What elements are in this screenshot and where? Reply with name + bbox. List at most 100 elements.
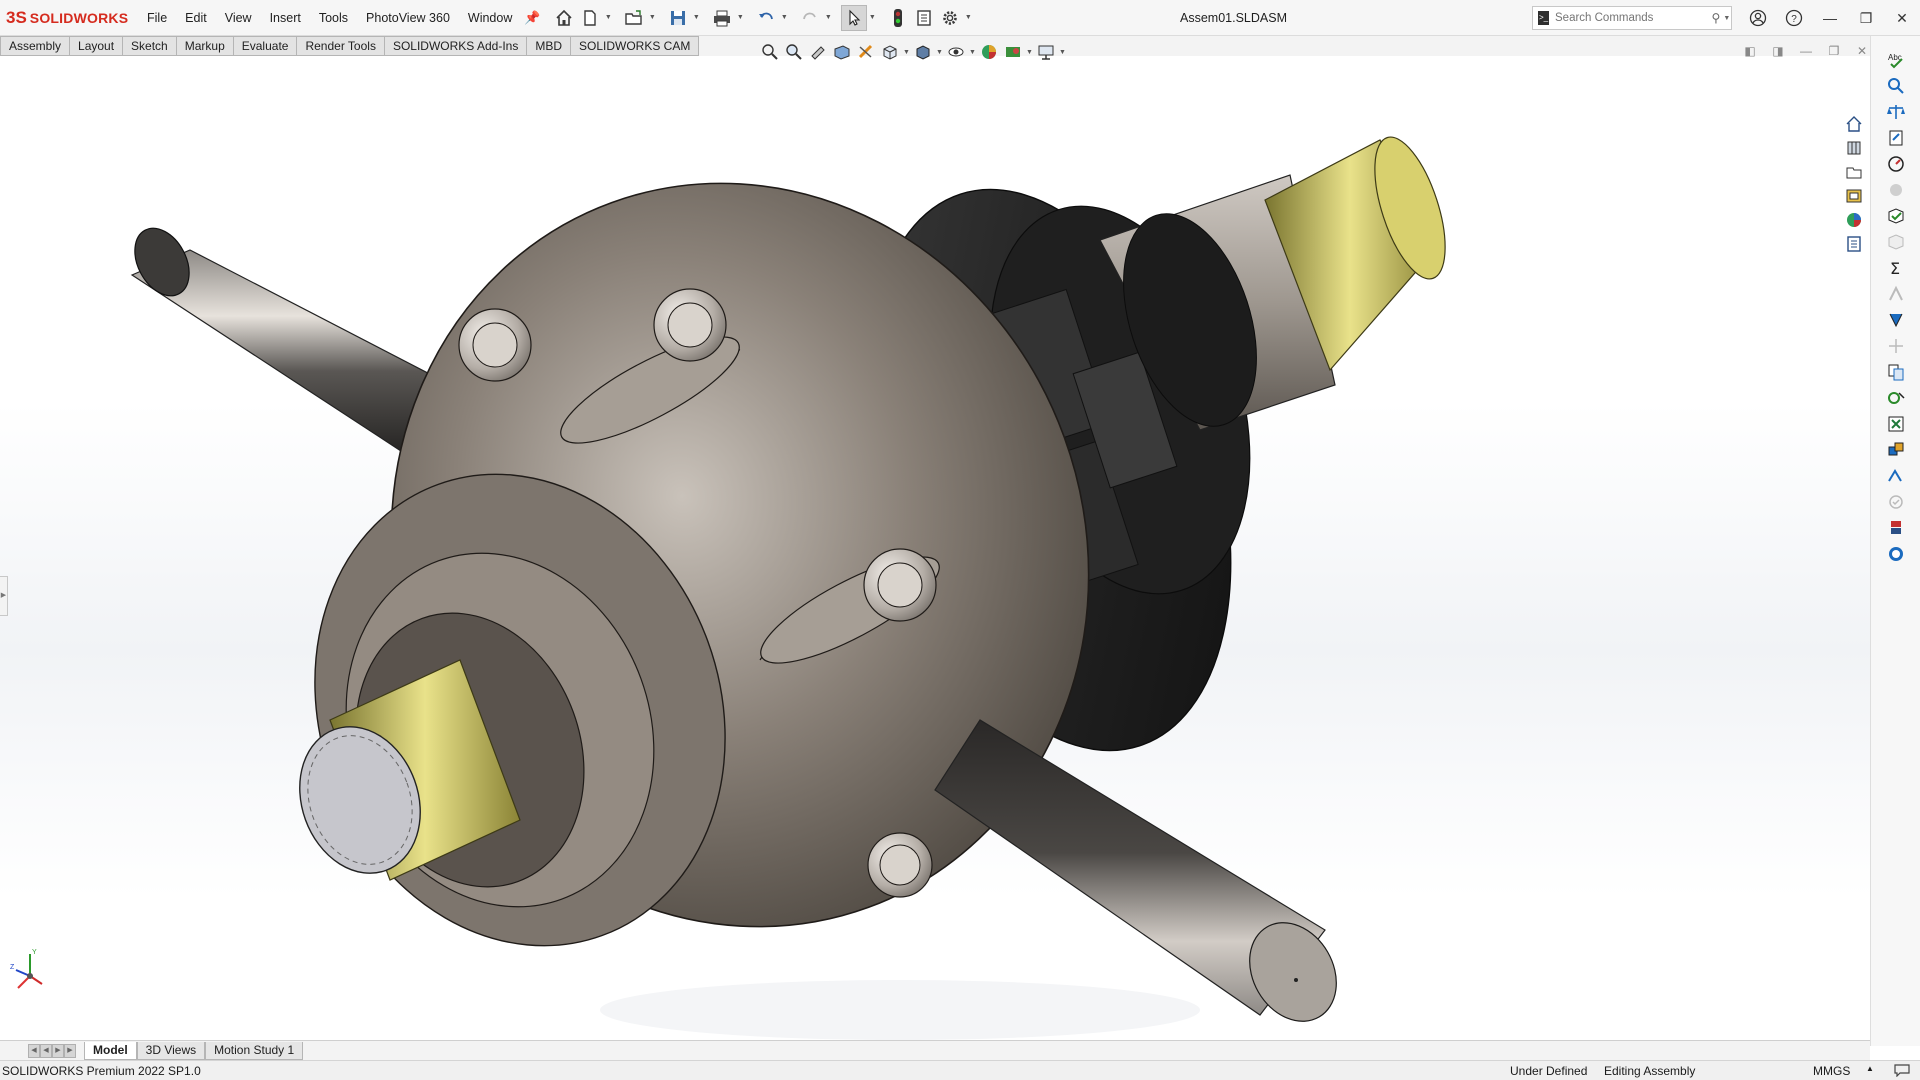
menu-file[interactable]: File [138,0,176,36]
search-dropdown-icon[interactable]: ▼ [1723,15,1731,22]
help-icon[interactable]: ? [1776,0,1812,36]
options-dropdown-icon[interactable]: ▼ [963,5,973,31]
search-commands-input[interactable] [1555,12,1709,24]
redo-dropdown-icon[interactable]: ▼ [823,5,833,31]
view-orientation-icon[interactable] [878,41,902,63]
menu-insert[interactable]: Insert [261,0,310,36]
tab-markup[interactable]: Markup [176,36,234,56]
menu-edit[interactable]: Edit [176,0,216,36]
bolt-4[interactable] [867,832,933,898]
menu-tools[interactable]: Tools [310,0,357,36]
undo-icon[interactable] [753,5,779,31]
close-icon[interactable]: ✕ [1884,0,1920,36]
custom-properties-icon[interactable] [1842,232,1866,256]
tab-assembly[interactable]: Assembly [0,36,71,56]
tab-layout[interactable]: Layout [70,36,124,56]
select-dropdown-icon[interactable]: ▼ [867,5,877,31]
file-explorer-icon[interactable] [1842,160,1866,184]
check-active-document-icon[interactable] [1881,386,1911,410]
check-icon[interactable] [1881,204,1911,228]
rebuild-traffic-light-icon[interactable] [885,5,911,31]
dynamic-annotation-icon[interactable] [854,41,878,63]
open-dropdown-icon[interactable]: ▼ [647,5,657,31]
previous-view-icon[interactable] [806,41,830,63]
minimize-icon[interactable]: — [1812,0,1848,36]
tab-mbd[interactable]: MBD [527,36,571,56]
bolt-1[interactable] [458,308,532,382]
save-icon[interactable] [665,5,691,31]
graphics-area[interactable]: ▶ Y Z [0,56,1870,1046]
tab-motion-study-1[interactable]: Motion Study 1 [205,1041,304,1060]
view-palette-icon[interactable] [1842,184,1866,208]
user-account-icon[interactable] [1740,0,1776,36]
zoom-to-area-icon[interactable] [782,41,806,63]
menu-view[interactable]: View [216,0,261,36]
statistics-icon[interactable] [1881,178,1911,202]
mass-properties-icon[interactable] [1881,100,1911,124]
section-properties-icon[interactable] [1881,126,1911,150]
tab-solidworks-cam[interactable]: SOLIDWORKS CAM [571,36,700,56]
feature-manager-toggle[interactable]: ▶ [0,576,8,616]
bolt-3[interactable] [863,548,937,622]
file-properties-icon[interactable] [911,5,937,31]
thickness-analysis-icon[interactable] [1881,282,1911,306]
view-settings-dropdown-icon[interactable]: ▼ [1058,49,1067,56]
menu-window[interactable]: Window [459,0,521,36]
assembly-model[interactable] [0,56,1870,1046]
symmetry-check-icon[interactable] [1881,334,1911,358]
next-tab-arrow-icon[interactable]: ▶ [52,1043,64,1058]
hide-show-items-icon[interactable] [944,41,968,63]
home-icon[interactable] [551,5,577,31]
sensor-icon[interactable] [1881,152,1911,176]
apply-scene-icon[interactable] [1001,41,1025,63]
tab-evaluate[interactable]: Evaluate [233,36,298,56]
zoom-to-fit-icon[interactable] [758,41,782,63]
last-tab-arrow-icon[interactable]: ▶ [64,1043,76,1058]
new-document-icon[interactable] [577,5,603,31]
options-gear-icon[interactable] [937,5,963,31]
hole-alignment-icon[interactable] [1881,490,1911,514]
design-library-icon[interactable] [1842,136,1866,160]
search-commands-box[interactable]: >_ ⚲ ▼ [1532,6,1732,30]
first-tab-arrow-icon[interactable]: ◀ [28,1043,40,1058]
previous-tab-arrow-icon[interactable]: ◀ [40,1043,52,1058]
tab-solidworks-add-ins[interactable]: SOLIDWORKS Add-Ins [384,36,528,56]
unit-system-dropdown-icon[interactable]: ▲ [1866,1064,1874,1073]
viewport-restore-icon[interactable]: ❐ [1820,42,1848,60]
compare-documents-icon[interactable] [1881,360,1911,384]
solidworks-resources-icon[interactable] [1842,112,1866,136]
pin-menu-icon[interactable]: 📌 [521,0,543,36]
assembly-visualization-icon[interactable] [1881,516,1911,540]
tab-render-tools[interactable]: Render Tools [297,36,385,56]
display-style-icon[interactable] [911,41,935,63]
geometry-analysis-icon[interactable] [1881,230,1911,254]
view-orientation-dropdown-icon[interactable]: ▼ [902,49,911,56]
tab-sketch[interactable]: Sketch [123,36,177,56]
unit-system[interactable]: MMGS [1813,1064,1850,1078]
hide-show-dropdown-icon[interactable]: ▼ [968,49,977,56]
edit-appearance-icon[interactable] [977,41,1001,63]
menu-photoview-360[interactable]: PhotoView 360 [357,0,459,36]
measure-icon[interactable] [1881,74,1911,98]
appearances-scenes-icon[interactable] [1842,208,1866,232]
solidworks-logo[interactable]: 3S SOLIDWORKS [0,0,138,36]
redo-icon[interactable] [797,5,823,31]
print-icon[interactable] [709,5,735,31]
bolt-2[interactable] [653,288,727,362]
display-style-dropdown-icon[interactable]: ▼ [935,49,944,56]
viewport-left-icon[interactable]: ◧ [1736,42,1764,60]
view-settings-icon[interactable] [1034,41,1058,63]
tab-3d-views[interactable]: 3D Views [136,1041,206,1060]
save-dropdown-icon[interactable]: ▼ [691,5,701,31]
print-dropdown-icon[interactable]: ▼ [735,5,745,31]
apply-scene-dropdown-icon[interactable]: ▼ [1025,49,1034,56]
viewport-right-icon[interactable]: ◨ [1764,42,1792,60]
undo-dropdown-icon[interactable]: ▼ [779,5,789,31]
equations-sigma-icon[interactable]: Σ [1881,256,1911,280]
search-icon[interactable]: ⚲ [1709,11,1723,25]
interference-detection-icon[interactable] [1881,438,1911,462]
select-arrow-icon[interactable] [841,4,868,31]
restore-icon[interactable]: ❐ [1848,0,1884,36]
viewport-minimize-icon[interactable]: — [1792,42,1820,60]
clearance-verification-icon[interactable] [1881,464,1911,488]
